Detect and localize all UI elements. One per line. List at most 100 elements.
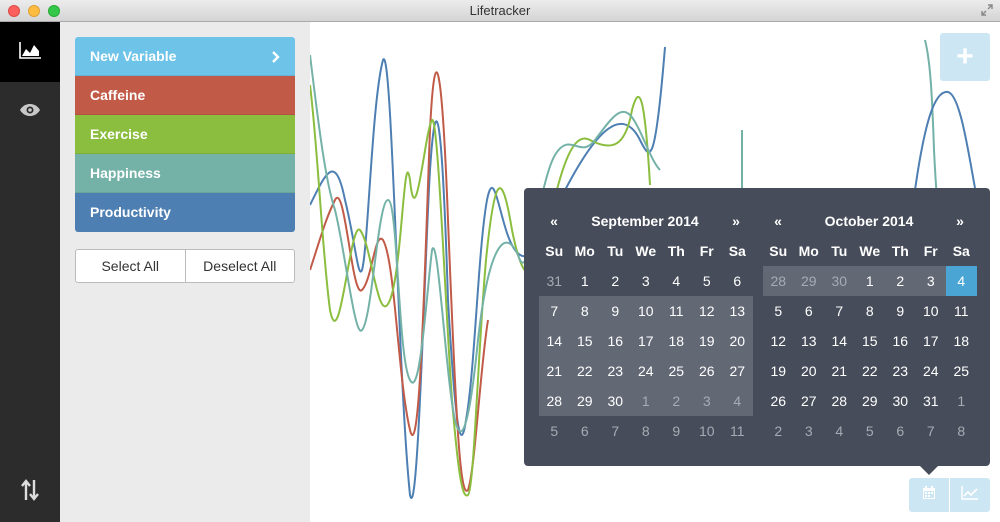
day-cell[interactable]: 8 bbox=[855, 296, 886, 326]
variable-item-exercise[interactable]: Exercise bbox=[75, 115, 295, 154]
day-cell[interactable]: 30 bbox=[885, 386, 916, 416]
day-cell[interactable]: 21 bbox=[824, 356, 855, 386]
day-cell[interactable]: 5 bbox=[763, 296, 794, 326]
day-cell[interactable]: 24 bbox=[916, 356, 947, 386]
day-cell[interactable]: 18 bbox=[946, 326, 977, 356]
day-cell[interactable]: 4 bbox=[661, 266, 692, 296]
prev-month-button[interactable]: « bbox=[763, 206, 793, 236]
nav-charts[interactable] bbox=[0, 22, 60, 82]
day-cell[interactable]: 25 bbox=[946, 356, 977, 386]
day-cell[interactable]: 7 bbox=[600, 416, 631, 446]
day-cell[interactable]: 22 bbox=[855, 356, 886, 386]
day-cell[interactable]: 7 bbox=[539, 296, 570, 326]
variable-item-caffeine[interactable]: Caffeine bbox=[75, 76, 295, 115]
day-cell[interactable]: 21 bbox=[539, 356, 570, 386]
day-cell[interactable]: 6 bbox=[722, 266, 753, 296]
day-cell[interactable]: 1 bbox=[854, 266, 885, 296]
day-cell[interactable]: 31 bbox=[539, 266, 570, 296]
day-cell[interactable]: 24 bbox=[630, 356, 661, 386]
day-cell[interactable]: 5 bbox=[855, 416, 886, 446]
day-cell[interactable]: 17 bbox=[916, 326, 947, 356]
day-cell[interactable]: 22 bbox=[569, 356, 600, 386]
new-variable-button[interactable]: New Variable bbox=[75, 37, 295, 76]
day-cell[interactable]: 12 bbox=[691, 296, 722, 326]
nav-view[interactable] bbox=[0, 82, 60, 142]
day-cell[interactable]: 7 bbox=[824, 296, 855, 326]
day-cell[interactable]: 26 bbox=[763, 386, 794, 416]
chart-type-button[interactable] bbox=[950, 478, 990, 512]
day-cell[interactable]: 29 bbox=[793, 266, 824, 296]
next-month-button[interactable]: » bbox=[721, 206, 751, 236]
day-cell[interactable]: 19 bbox=[763, 356, 794, 386]
day-cell[interactable]: 13 bbox=[794, 326, 825, 356]
day-cell[interactable]: 2 bbox=[600, 266, 631, 296]
day-cell[interactable]: 17 bbox=[630, 326, 661, 356]
day-cell[interactable]: 11 bbox=[722, 416, 753, 446]
day-cell[interactable]: 26 bbox=[691, 356, 722, 386]
day-cell[interactable]: 6 bbox=[570, 416, 601, 446]
day-cell[interactable]: 9 bbox=[885, 296, 916, 326]
day-cell[interactable]: 9 bbox=[661, 416, 692, 446]
day-cell[interactable]: 19 bbox=[691, 326, 722, 356]
day-cell[interactable]: 11 bbox=[661, 296, 692, 326]
day-cell[interactable]: 14 bbox=[539, 326, 570, 356]
select-all-button[interactable]: Select All bbox=[75, 249, 186, 283]
variable-item-productivity[interactable]: Productivity bbox=[75, 193, 295, 232]
day-cell[interactable]: 3 bbox=[691, 386, 722, 416]
day-cell[interactable]: 30 bbox=[600, 386, 631, 416]
day-cell[interactable]: 9 bbox=[600, 296, 631, 326]
nav-sort[interactable] bbox=[0, 474, 60, 510]
day-cell[interactable]: 13 bbox=[722, 296, 753, 326]
day-cell[interactable]: 8 bbox=[946, 416, 977, 446]
day-cell[interactable]: 28 bbox=[824, 386, 855, 416]
day-cell[interactable]: 25 bbox=[661, 356, 692, 386]
day-cell[interactable]: 2 bbox=[661, 386, 692, 416]
day-cell[interactable]: 1 bbox=[946, 386, 977, 416]
day-cell[interactable]: 23 bbox=[885, 356, 916, 386]
day-cell[interactable]: 20 bbox=[722, 326, 753, 356]
day-cell[interactable]: 3 bbox=[915, 266, 946, 296]
day-cell[interactable]: 4 bbox=[722, 386, 753, 416]
day-cell[interactable]: 10 bbox=[692, 416, 723, 446]
next-month-button[interactable]: » bbox=[945, 206, 975, 236]
day-cell[interactable]: 5 bbox=[692, 266, 723, 296]
day-cell[interactable]: 2 bbox=[763, 416, 794, 446]
day-cell[interactable]: 29 bbox=[569, 386, 600, 416]
day-cell[interactable]: 1 bbox=[570, 266, 601, 296]
variable-item-happiness[interactable]: Happiness bbox=[75, 154, 295, 193]
day-cell[interactable]: 8 bbox=[569, 296, 600, 326]
day-cell[interactable]: 4 bbox=[824, 416, 855, 446]
day-cell[interactable]: 27 bbox=[722, 356, 753, 386]
day-cell[interactable]: 3 bbox=[794, 416, 825, 446]
day-cell[interactable]: 15 bbox=[569, 326, 600, 356]
fullscreen-icon[interactable] bbox=[980, 4, 994, 18]
prev-month-button[interactable]: « bbox=[539, 206, 569, 236]
day-cell[interactable]: 29 bbox=[855, 386, 886, 416]
day-cell[interactable]: 2 bbox=[885, 266, 916, 296]
day-cell[interactable]: 30 bbox=[824, 266, 855, 296]
day-cell[interactable]: 3 bbox=[631, 266, 662, 296]
day-cell[interactable]: 10 bbox=[916, 296, 947, 326]
day-cell[interactable]: 7 bbox=[916, 416, 947, 446]
day-cell[interactable]: 16 bbox=[600, 326, 631, 356]
day-cell[interactable]: 23 bbox=[600, 356, 631, 386]
day-cell[interactable]: 12 bbox=[763, 326, 794, 356]
day-cell[interactable]: 27 bbox=[794, 386, 825, 416]
day-cell[interactable]: 1 bbox=[630, 386, 661, 416]
day-cell[interactable]: 11 bbox=[946, 296, 977, 326]
day-cell[interactable]: 6 bbox=[885, 416, 916, 446]
day-cell[interactable]: 8 bbox=[631, 416, 662, 446]
day-cell[interactable]: 5 bbox=[539, 416, 570, 446]
day-cell[interactable]: 10 bbox=[630, 296, 661, 326]
day-cell[interactable]: 16 bbox=[885, 326, 916, 356]
day-cell[interactable]: 6 bbox=[794, 296, 825, 326]
add-chart-button[interactable]: + bbox=[940, 33, 990, 81]
date-range-button[interactable] bbox=[909, 478, 949, 512]
day-cell[interactable]: 14 bbox=[824, 326, 855, 356]
deselect-all-button[interactable]: Deselect All bbox=[184, 249, 295, 283]
day-cell[interactable]: 31 bbox=[916, 386, 947, 416]
day-cell[interactable]: 18 bbox=[661, 326, 692, 356]
day-cell[interactable]: 15 bbox=[855, 326, 886, 356]
day-cell-selected[interactable]: 4 bbox=[946, 266, 977, 296]
day-cell[interactable]: 20 bbox=[794, 356, 825, 386]
